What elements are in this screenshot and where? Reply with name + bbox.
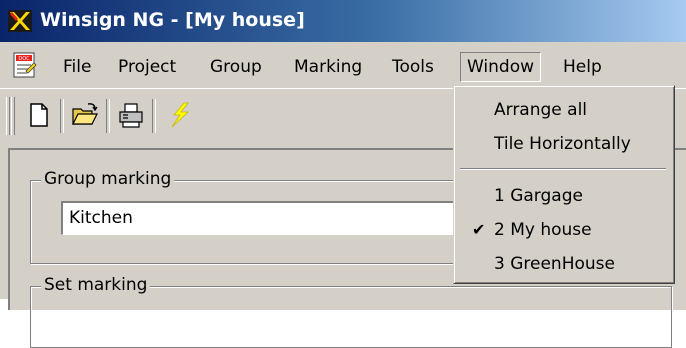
checkmark-icon: ✔ (472, 220, 486, 239)
menu-group[interactable]: Group (210, 56, 262, 78)
app-window: Winsign NG - [My house] DOC File Project… (0, 0, 686, 348)
toolbar-separator (60, 99, 64, 133)
document-icon[interactable]: DOC (12, 51, 38, 79)
window-title: Winsign NG - [My house] (40, 9, 305, 31)
group-marking-label: Group marking (41, 169, 175, 189)
toolbar-separator (152, 99, 156, 133)
menu-separator (460, 168, 666, 170)
menu-marking[interactable]: Marking (294, 56, 362, 78)
window-menu-dropdown: Arrange all Tile Horizontally 1 Gargage … (453, 85, 675, 284)
toolbar-grip[interactable] (6, 97, 10, 135)
group-marking-input[interactable]: Kitchen (61, 201, 481, 235)
set-marking-label: Set marking (41, 275, 151, 295)
print-icon[interactable] (116, 100, 146, 130)
menu-file[interactable]: File (63, 56, 91, 78)
app-logo-icon (8, 10, 32, 32)
menu-bar: DOC File Project Group Marking Tools Win… (0, 42, 686, 88)
title-bar[interactable]: Winsign NG - [My house] (0, 0, 686, 42)
open-folder-icon[interactable] (70, 100, 100, 130)
menu-item-window-2[interactable]: 2 My house (494, 218, 592, 242)
menu-window[interactable]: Window (460, 52, 542, 82)
menu-item-arrange-all[interactable]: Arrange all (494, 98, 587, 122)
menu-item-tile-horizontally[interactable]: Tile Horizontally (494, 132, 631, 156)
menu-help[interactable]: Help (563, 56, 602, 78)
menu-item-window-3[interactable]: 3 GreenHouse (494, 252, 615, 276)
toolbar-grip[interactable] (11, 97, 15, 135)
svg-text:DOC: DOC (18, 56, 30, 62)
toolbar-separator (106, 99, 110, 133)
menu-project[interactable]: Project (118, 56, 176, 78)
menu-item-window-2-row[interactable]: ✔ 2 My house (454, 218, 674, 242)
menu-item-window-1[interactable]: 1 Gargage (494, 184, 583, 208)
menu-tools[interactable]: Tools (392, 56, 434, 78)
new-document-icon[interactable] (24, 100, 54, 130)
set-marking-box: Set marking (30, 275, 672, 348)
lightning-icon[interactable] (164, 100, 194, 130)
